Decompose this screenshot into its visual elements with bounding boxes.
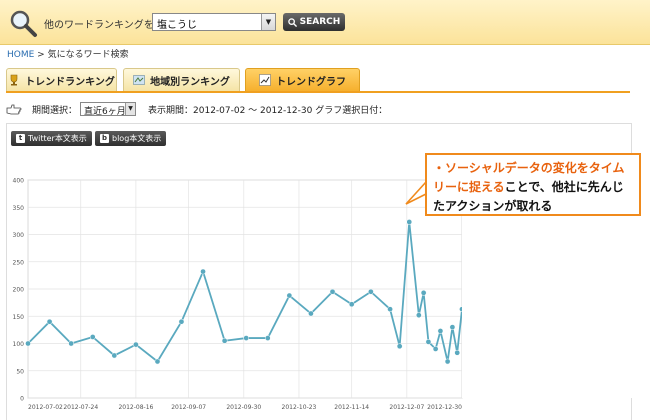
- map-icon: [133, 75, 145, 85]
- data-point: [111, 352, 118, 359]
- tab-label: 地域別ランキング: [150, 76, 230, 88]
- search-button[interactable]: SEARCH: [283, 13, 345, 31]
- tab-trend-ranking[interactable]: トレンドランキング: [6, 68, 117, 91]
- top-search-bar: 他のワードランキングを見る： 塩こうじ ▼ SEARCH: [0, 0, 650, 45]
- data-point: [420, 289, 427, 296]
- pointing-hand-icon: [6, 104, 22, 114]
- x-tick-label: 2012-11-14: [334, 404, 369, 411]
- tab-underline: [6, 91, 630, 93]
- data-point: [154, 358, 161, 365]
- data-point: [200, 268, 206, 275]
- data-point: [387, 306, 393, 313]
- data-point: [286, 292, 293, 299]
- period-row: 期間選択： 直近6ヶ月 ▼ 表示期間：2012-07-02 ～ 2012-12-…: [6, 101, 387, 117]
- chevron-down-icon: ▼: [125, 103, 136, 115]
- graph-icon: [259, 74, 271, 86]
- blog-text-button[interactable]: b blog本文表示: [95, 131, 167, 146]
- tab-regional-ranking[interactable]: 地域別ランキング: [123, 68, 240, 91]
- word-select[interactable]: 塩こうじ ▼: [152, 13, 276, 31]
- breadcrumb-home-link[interactable]: HOME: [7, 50, 34, 60]
- data-point: [454, 349, 461, 356]
- data-point: [243, 335, 250, 341]
- data-point: [396, 343, 403, 350]
- data-point: [221, 337, 228, 344]
- y-tick-label: 50: [16, 368, 24, 375]
- data-point: [133, 341, 139, 348]
- x-tick-label: 2012-12-30: [427, 404, 462, 411]
- y-tick-label: 0: [20, 396, 24, 403]
- chevron-down-icon: ▼: [261, 14, 275, 30]
- data-point: [329, 288, 336, 295]
- word-select-value: 塩こうじ: [157, 20, 197, 31]
- data-point: [437, 328, 444, 334]
- twitter-button-label: Twitter本文表示: [28, 134, 87, 143]
- data-point: [308, 310, 314, 317]
- data-point: [444, 358, 451, 365]
- search-button-label: SEARCH: [299, 17, 341, 27]
- data-point: [68, 340, 75, 347]
- x-tick-label: 2012-07-02: [28, 404, 63, 411]
- trophy-icon: [10, 74, 18, 86]
- data-point: [264, 335, 271, 341]
- data-point: [348, 301, 355, 308]
- period-select[interactable]: 直近6ヶ月 ▼: [80, 102, 137, 117]
- data-point: [415, 312, 422, 319]
- y-axis: 0 50 100 150 200 250 300 350 400: [13, 178, 25, 403]
- magnifier-icon: [10, 10, 37, 37]
- data-point: [432, 346, 439, 352]
- y-tick-label: 250: [13, 259, 25, 266]
- y-tick-label: 150: [13, 314, 25, 321]
- tab-label: トレンドランキング: [25, 76, 115, 88]
- x-tick-label: 2012-09-07: [171, 404, 206, 411]
- data-point: [406, 219, 413, 225]
- x-tick-label: 2012-08-16: [118, 404, 153, 411]
- data-point: [25, 340, 31, 347]
- y-tick-label: 200: [13, 287, 25, 294]
- x-tick-label: 2012-07-24: [63, 404, 98, 411]
- data-point: [449, 324, 456, 330]
- x-axis: 2012-07-02 2012-07-24 2012-08-16 2012-09-07…: [28, 404, 462, 411]
- blog-icon: b: [100, 134, 109, 143]
- tab-trend-graph[interactable]: トレンドグラフ: [245, 68, 360, 91]
- search-icon: [287, 17, 297, 27]
- period-select-value: 直近6ヶ月: [84, 107, 126, 117]
- data-point: [368, 288, 374, 295]
- y-tick-label: 350: [13, 205, 25, 212]
- period-range-text: 表示期間：2012-07-02 ～ 2012-12-30 グラフ選択日付：: [148, 105, 388, 116]
- tab-bar: トレンドランキング 地域別ランキング トレンドグラフ: [6, 68, 630, 92]
- y-tick-label: 400: [13, 178, 25, 185]
- period-label: 期間選択：: [32, 105, 78, 116]
- twitter-icon: t: [16, 134, 25, 143]
- x-tick-label: 2012-10-23: [282, 404, 317, 411]
- data-point: [46, 318, 53, 325]
- twitter-text-button[interactable]: t Twitter本文表示: [11, 131, 92, 146]
- data-point: [425, 339, 432, 345]
- breadcrumb-current: 気になるワード検索: [47, 50, 129, 60]
- blog-button-label: blog本文表示: [112, 134, 162, 143]
- data-point: [89, 334, 96, 340]
- y-tick-label: 100: [13, 341, 25, 348]
- tab-label: トレンドグラフ: [276, 76, 346, 88]
- callout-box: ・ソーシャルデータの変化をタイムリーに捉えることで、他社に先んじたアクションが取…: [425, 153, 641, 216]
- x-tick-label: 2012-09-30: [226, 404, 261, 411]
- breadcrumb: HOME > 気になるワード検索: [7, 47, 129, 60]
- y-tick-label: 300: [13, 232, 25, 239]
- breadcrumb-separator: >: [34, 50, 48, 60]
- x-tick-label: 2012-12-07: [389, 404, 424, 411]
- data-point: [178, 318, 185, 325]
